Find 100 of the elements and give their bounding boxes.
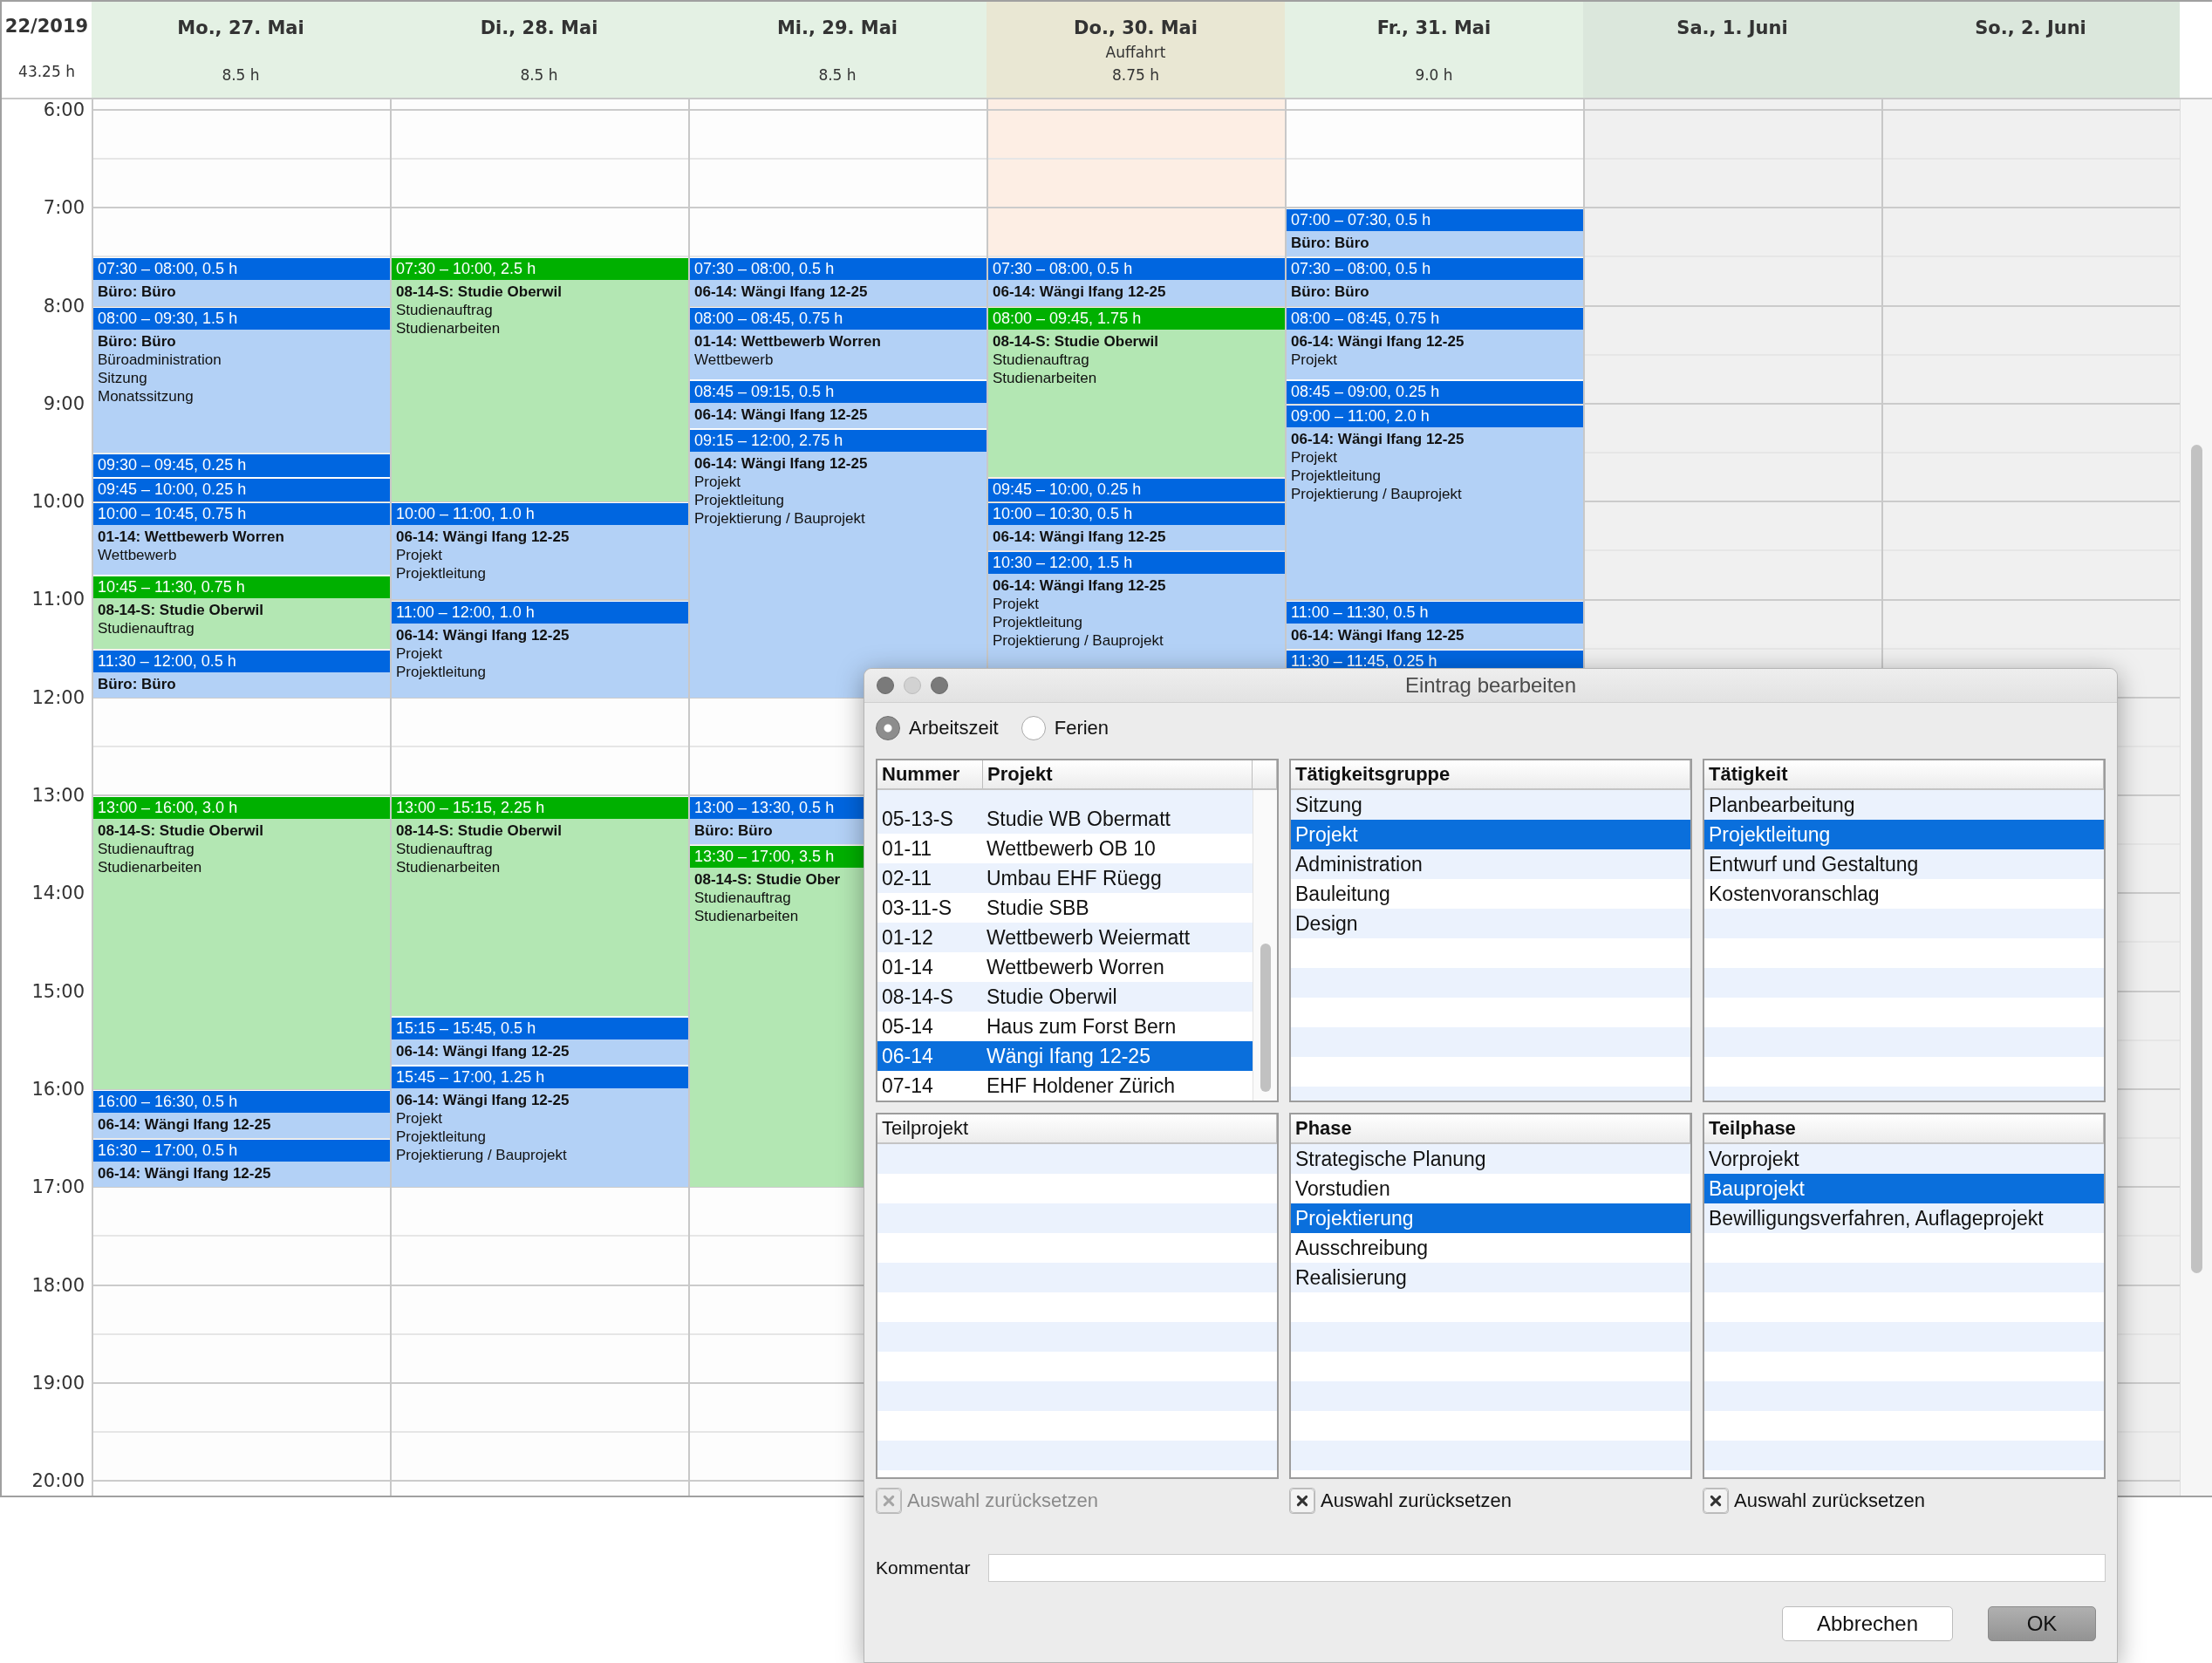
- event-detail: Projektierung / Bauprojekt: [396, 1145, 567, 1164]
- event-time: 10:00 – 10:45, 0.75 h: [93, 503, 390, 526]
- event-time: 16:00 – 16:30, 0.5 h: [93, 1091, 390, 1113]
- day-hours: 8.5 h: [520, 65, 558, 85]
- event-detail: Projekt: [396, 1108, 442, 1128]
- table-cell-text: Studie SBB: [987, 896, 1089, 921]
- table-cell-text: Studie Oberwil: [987, 985, 1117, 1010]
- event-title: 06-14: Wängi Ifang 12-25: [1291, 625, 1464, 644]
- table-cell-text: Studie WB Obermatt: [987, 807, 1171, 832]
- event-time: 11:30 – 12:00, 0.5 h: [93, 650, 390, 672]
- field-label: Kommentar: [876, 1557, 971, 1578]
- day-title: Sa., 1. Juni: [1676, 17, 1788, 40]
- event-detail: Studienauftrag: [694, 889, 791, 908]
- day-title: So., 2. Juni: [1975, 17, 2086, 40]
- event-time: 11:00 – 11:30, 0.5 h: [1287, 601, 1583, 624]
- event-time: 07:30 – 08:00, 0.5 h: [690, 258, 987, 281]
- table-cell-text: Wängi Ifang 12-25: [987, 1044, 1150, 1069]
- hour-label: 18:00: [31, 1274, 85, 1296]
- event-time: 10:30 – 12:00, 1.5 h: [988, 552, 1285, 575]
- dialog-title: Eintrag bearbeiten: [1404, 673, 1577, 698]
- event-title: 08-14-S: Studie Oberwil: [98, 601, 263, 620]
- hour-label: 14:00: [31, 883, 85, 904]
- event-title: Büro: Büro: [98, 331, 176, 351]
- event-time: 10:00 – 10:30, 0.5 h: [988, 503, 1285, 526]
- event-time: 16:30 – 17:00, 0.5 h: [93, 1140, 390, 1162]
- event-title: Büro: Büro: [98, 283, 176, 302]
- event-detail: Wettbewerb: [694, 350, 774, 369]
- event-detail: Projektierung / Bauprojekt: [993, 631, 1164, 651]
- table-cell-text: 01-14: [882, 955, 934, 980]
- event-title: Büro: Büro: [1291, 283, 1369, 302]
- week-total-hours: 43.25 h: [18, 63, 75, 80]
- event-detail: Projektleitung: [396, 1127, 486, 1146]
- event-detail: Projektleitung: [396, 564, 486, 583]
- table-cell-text: 03-11-S: [882, 896, 953, 921]
- event-detail: Projektleitung: [694, 490, 784, 509]
- event-detail: Studienarbeiten: [396, 319, 501, 338]
- event-detail: Projektierung / Bauprojekt: [1291, 484, 1462, 503]
- event-detail: Wettbewerb: [98, 546, 177, 565]
- table-cell-text: Wettbewerb Weiermatt: [987, 925, 1191, 951]
- event-time: 13:00 – 16:00, 3.0 h: [93, 797, 390, 820]
- event-title: Büro: Büro: [694, 821, 773, 841]
- event-title: 08-14-S: Studie Oberwil: [396, 821, 562, 841]
- event-time: 08:45 – 09:15, 0.5 h: [690, 380, 987, 403]
- event-title: 08-14-S: Studie Ober: [694, 870, 841, 889]
- event-time: 07:30 – 08:00, 0.5 h: [93, 258, 390, 281]
- day-hours: 8.5 h: [222, 65, 260, 85]
- event-detail: Studienarbeiten: [396, 858, 501, 877]
- event-detail: Projektleitung: [1291, 466, 1381, 485]
- event-time: 10:00 – 11:00, 1.0 h: [392, 503, 688, 526]
- hour-label: 11:00: [31, 589, 85, 610]
- day-title: Fr., 31. Mai: [1376, 17, 1492, 40]
- table-cell-text: 08-14-S: [882, 985, 954, 1010]
- table-cell-text: 02-11: [882, 866, 933, 891]
- event-detail: Projekt: [993, 595, 1039, 614]
- event-time: 07:30 – 08:00, 0.5 h: [988, 258, 1285, 281]
- hour-label: 7:00: [43, 197, 85, 219]
- event-detail: Projekt: [694, 472, 741, 491]
- event-title: 06-14: Wängi Ifang 12-25: [694, 453, 868, 473]
- event-title: 06-14: Wängi Ifang 12-25: [1291, 331, 1464, 351]
- day-title: Mi., 29. Mai: [776, 17, 898, 40]
- event-title: 06-14: Wängi Ifang 12-25: [694, 283, 868, 302]
- event-title: 06-14: Wängi Ifang 12-25: [396, 1090, 570, 1109]
- holiday-name: Auffahrt: [1105, 43, 1166, 63]
- event-detail: Projektleitung: [993, 613, 1082, 632]
- table-cell-text: 07-14: [882, 1073, 934, 1099]
- event-detail: Projekt: [1291, 447, 1337, 467]
- event-detail: Studienarbeiten: [98, 858, 202, 877]
- day-hours: 8.75 h: [1112, 65, 1159, 85]
- event-time: 08:00 – 08:45, 0.75 h: [690, 307, 987, 330]
- event-title: 06-14: Wängi Ifang 12-25: [1291, 429, 1464, 448]
- table-cell-text: Wettbewerb Worren: [987, 955, 1164, 980]
- event-title: 06-14: Wängi Ifang 12-25: [98, 1115, 271, 1134]
- hour-label: 19:00: [31, 1372, 85, 1394]
- event-detail: Projekt: [396, 644, 442, 663]
- day-hours: 9.0 h: [1415, 65, 1453, 85]
- event-detail: Studienauftrag: [98, 619, 195, 638]
- table-cell-text: 01-12: [882, 925, 934, 951]
- hour-label: 8:00: [43, 295, 85, 317]
- event-time: 08:00 – 08:45, 0.75 h: [1287, 307, 1583, 330]
- event-title: 06-14: Wängi Ifang 12-25: [98, 1164, 271, 1183]
- hour-label: 17:00: [31, 1176, 85, 1198]
- event-title: Büro: Büro: [1291, 234, 1369, 253]
- event-time: 11:00 – 12:00, 1.0 h: [392, 601, 688, 624]
- event-title: Büro: Büro: [98, 674, 176, 693]
- event-detail: Studienarbeiten: [694, 907, 799, 926]
- hour-label: 16:00: [31, 1078, 85, 1100]
- table-cell-text: 05-14: [882, 1014, 934, 1039]
- hour-label: 12:00: [31, 686, 85, 708]
- event-detail: Monatssitzung: [98, 386, 194, 406]
- event-time: 15:15 – 15:45, 0.5 h: [392, 1017, 688, 1039]
- event-title: 08-14-S: Studie Oberwil: [993, 331, 1158, 351]
- event-time: 08:00 – 09:30, 1.5 h: [93, 307, 390, 330]
- table-cell-text: 06-14: [882, 1044, 934, 1069]
- event-detail: Büroadministration: [98, 350, 222, 369]
- event-title: 01-14: Wettbewerb Worren: [694, 331, 881, 351]
- hour-label: 15:00: [31, 980, 85, 1002]
- day-title: Mo., 27. Mai: [177, 17, 304, 40]
- event-title: 06-14: Wängi Ifang 12-25: [993, 576, 1166, 596]
- event-time: 10:45 – 11:30, 0.75 h: [93, 576, 390, 599]
- event-detail: Studienauftrag: [396, 840, 493, 859]
